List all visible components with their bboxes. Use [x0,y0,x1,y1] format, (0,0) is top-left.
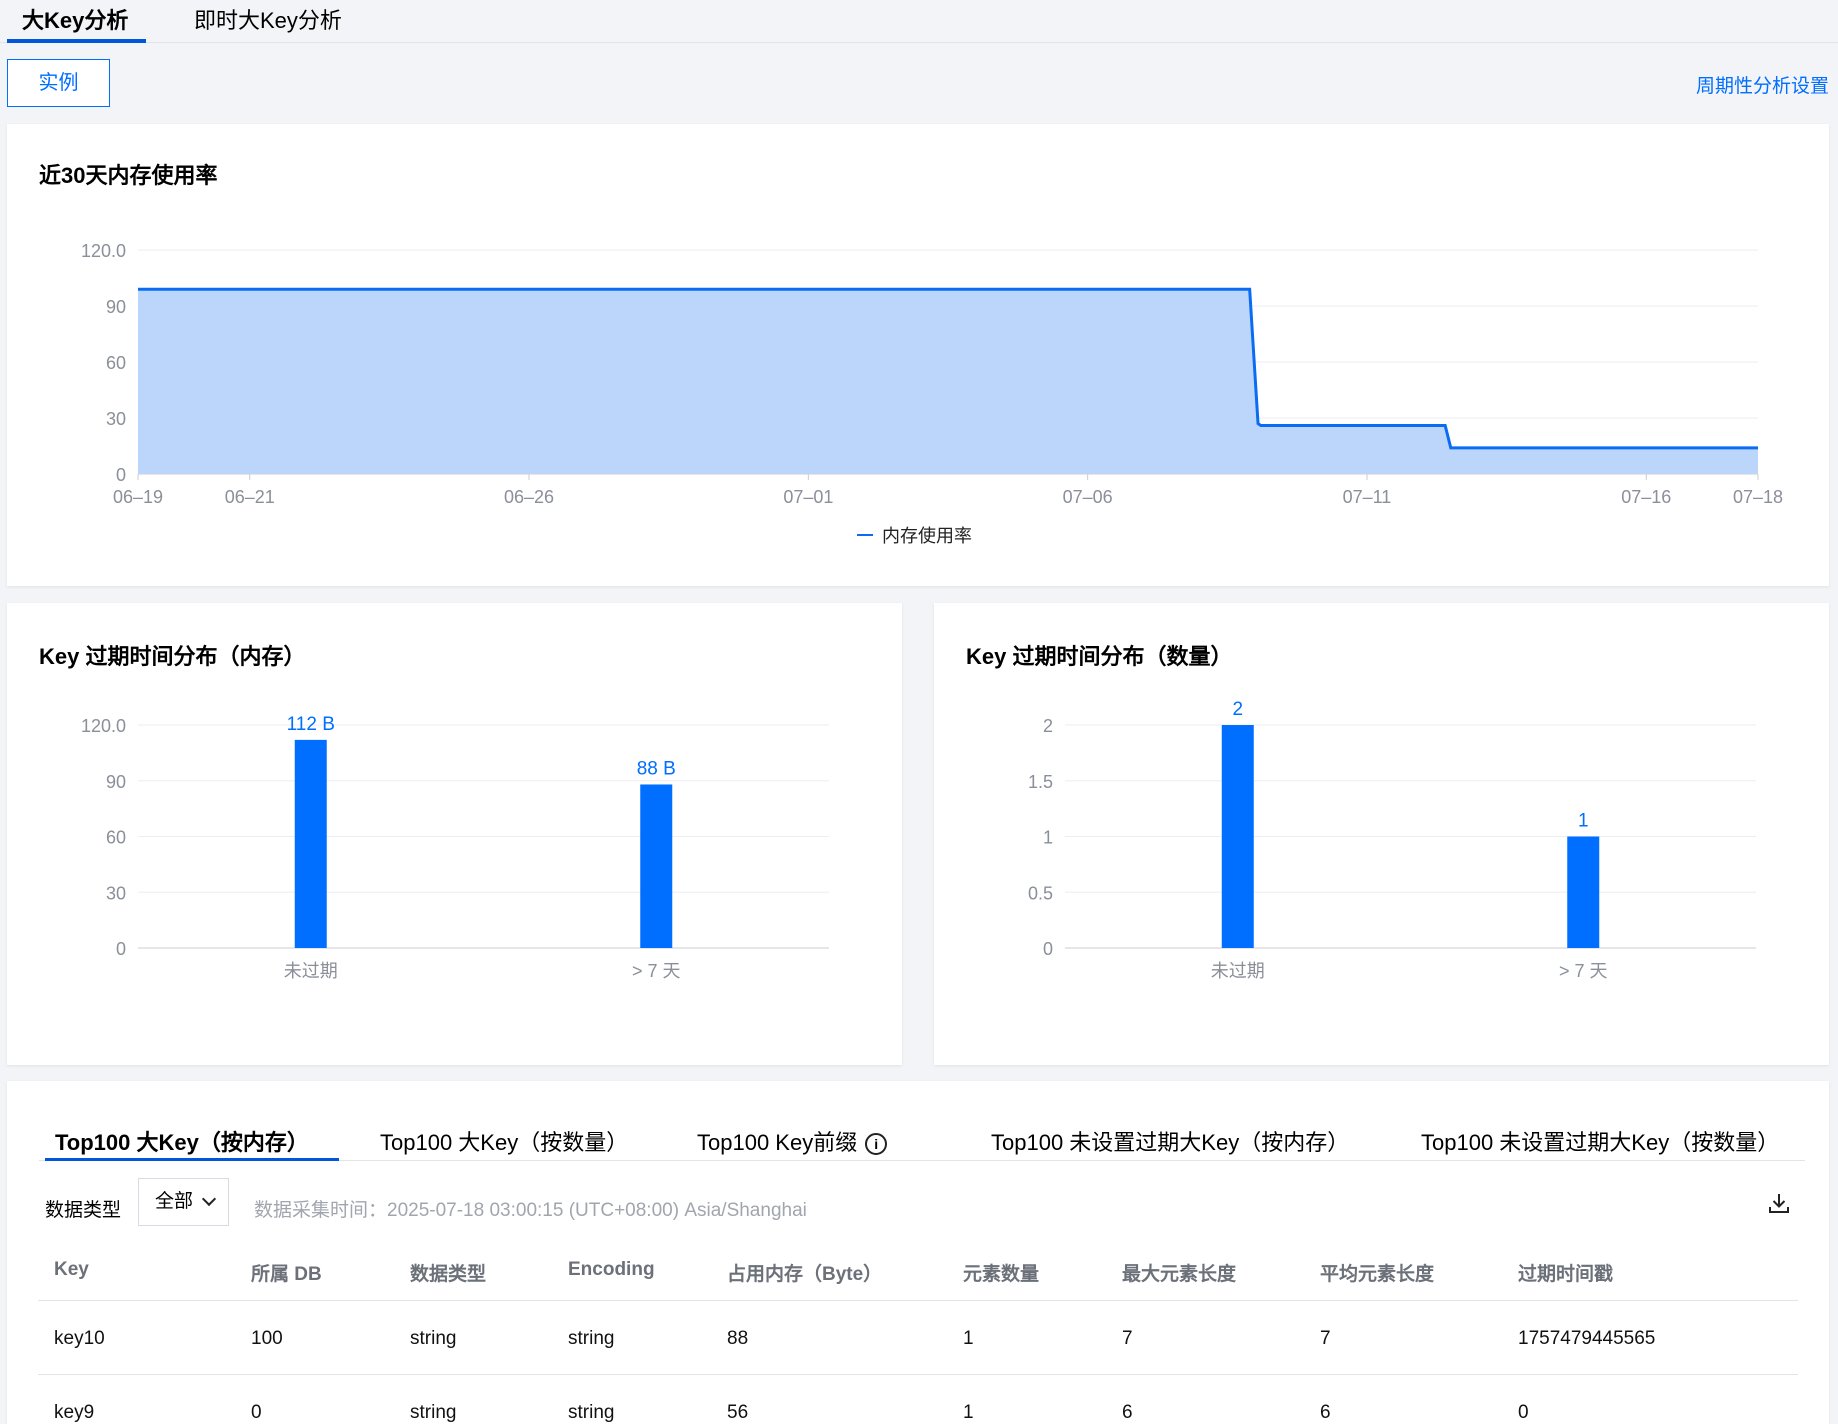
table-header: Key 所属 DB 数据类型 Encoding 占用内存（Byte） 元素数量 … [38,1227,1798,1301]
chevron-down-icon [201,1191,217,1207]
y-tick-label: 90 [106,772,126,792]
cell-max-element-length: 7 [1122,1328,1133,1349]
data-type-selected: 全部 [155,1191,194,1212]
expire-count-chart: 0 0.5 1 1.5 2 2 未过期 1 > 7 天 [1028,699,1756,981]
tab-top100-no-expire-by-count[interactable]: Top100 未设置过期大Key（按数量） [1421,1125,1779,1157]
col-data-type[interactable]: 数据类型 [410,1259,486,1286]
col-avg-element-length[interactable]: 平均元素长度 [1320,1259,1434,1286]
legend-label: 内存使用率 [882,526,972,546]
top-tabs: 大Key分析 即时大Key分析 [0,0,1838,43]
tab-instant-big-key-analysis[interactable]: 即时大Key分析 [194,6,342,42]
x-tick-label: 07–06 [1063,487,1113,507]
bar [1567,836,1600,948]
x-tick-label: 06–21 [225,487,275,507]
cell-data-type: string [410,1328,457,1349]
tab-big-key-analysis[interactable]: 大Key分析 [22,6,128,42]
x-tick-label: > 7 天 [1559,961,1608,981]
cell-element-count: 1 [963,1402,974,1423]
col-memory[interactable]: 占用内存（Byte） [727,1259,882,1286]
tab-top100-no-expire-by-memory[interactable]: Top100 未设置过期大Key（按内存） [991,1125,1349,1157]
y-tick-label: 1 [1043,828,1053,848]
download-icon[interactable] [1767,1191,1791,1215]
bar [1221,725,1254,948]
y-tick-label: 30 [106,883,126,903]
col-expire-timestamp[interactable]: 过期时间戳 [1518,1259,1613,1286]
cell-key: key10 [54,1328,105,1349]
cell-memory: 88 [727,1328,749,1349]
y-tick-label: 30 [106,409,126,429]
cell-db: 0 [251,1402,262,1423]
memory-usage-chart: 0 30 60 90 120.0 06–19 06–21 06–26 07–01 07–06 07–… [81,241,1783,546]
cell-memory: 56 [727,1402,749,1423]
tab-top100-by-memory[interactable]: Top100 大Key（按内存） [55,1125,309,1157]
x-tick-label: > 7 天 [632,961,681,981]
data-type-select[interactable]: 全部 [138,1178,229,1226]
bar [294,739,327,948]
x-tick-label: 未过期 [284,961,338,981]
y-tick-label: 0 [116,939,126,959]
y-tick-label: 120.0 [81,716,126,736]
y-tick-label: 60 [106,828,126,848]
cell-avg-element-length: 7 [1320,1328,1331,1349]
cell-encoding: string [568,1328,615,1349]
table-row[interactable]: key10 100 string string 88 1 7 7 1757479… [38,1301,1798,1375]
bar-value-label: 2 [1232,699,1243,720]
info-icon[interactable]: i [865,1133,888,1156]
active-tab-indicator [7,39,146,43]
table-row[interactable]: key9 0 string string 56 1 6 6 0 [38,1375,1798,1424]
top100-tabs: Top100 大Key（按内存） Top100 大Key（按数量） Top100… [39,1081,1805,1161]
cell-key: key9 [54,1402,95,1423]
x-tick-label: 07–16 [1621,487,1671,507]
bar [640,784,673,948]
tab-top100-prefix-label: Top100 Key前缀 [697,1130,858,1155]
collect-time: 数据采集时间：2025-07-18 03:00:15 (UTC+08:00) A… [254,1200,807,1221]
cell-expire-timestamp: 0 [1518,1402,1529,1423]
col-key[interactable]: Key [54,1259,89,1281]
col-max-element-length[interactable]: 最大元素长度 [1122,1259,1236,1286]
bar-value-label: 112 B [287,714,335,735]
x-tick-label: 06–26 [504,487,554,507]
expire-count-card: Key 过期时间分布（数量） 0 0.5 1 1.5 2 2 未过期 1 > 7 天 [934,603,1829,1065]
expire-memory-card: Key 过期时间分布（内存） 0 30 60 90 120.0 112 B 未过期 88 B >… [7,603,902,1065]
data-type-label: 数据类型 [45,1200,122,1221]
active-tab-indicator [45,1158,339,1161]
x-tick-label: 06–19 [113,487,163,507]
bar-value-label: 88 B [637,758,676,779]
cell-max-element-length: 6 [1122,1402,1133,1423]
cell-encoding: string [568,1402,615,1423]
y-tick-label: 120.0 [81,241,126,261]
y-tick-label: 0 [116,465,126,485]
y-tick-label: 2 [1043,716,1053,736]
y-tick-label: 0 [1043,939,1053,959]
y-tick-label: 1.5 [1028,772,1053,792]
x-tick-label: 未过期 [1211,961,1265,981]
memory-usage-area [138,289,1758,474]
periodic-analysis-settings-link[interactable]: 周期性分析设置 [1696,71,1829,98]
tab-top100-by-count[interactable]: Top100 大Key（按数量） [380,1125,628,1157]
col-element-count[interactable]: 元素数量 [963,1259,1039,1286]
instance-button[interactable]: 实例 [7,59,110,107]
col-encoding[interactable]: Encoding [568,1259,655,1281]
expire-memory-chart: 0 30 60 90 120.0 112 B 未过期 88 B > 7 天 [81,714,829,981]
y-tick-label: 60 [106,353,126,373]
cell-element-count: 1 [963,1328,974,1349]
col-db[interactable]: 所属 DB [251,1259,322,1286]
x-tick-label: 07–01 [783,487,833,507]
bar-value-label: 1 [1578,811,1589,832]
cell-data-type: string [410,1402,457,1423]
y-tick-label: 0.5 [1028,883,1053,903]
tab-top100-prefix[interactable]: Top100 Key前缀 i [697,1125,888,1157]
memory-usage-card: 近30天内存使用率 0 30 60 90 120.0 06–19 06–21 06–26 07–… [7,124,1829,586]
y-tick-label: 90 [106,297,126,317]
x-tick-label: 07–11 [1343,487,1392,507]
x-tick-label: 07–18 [1733,487,1783,507]
cell-db: 100 [251,1328,283,1349]
cell-avg-element-length: 6 [1320,1402,1331,1423]
cell-expire-timestamp: 1757479445565 [1518,1328,1656,1349]
